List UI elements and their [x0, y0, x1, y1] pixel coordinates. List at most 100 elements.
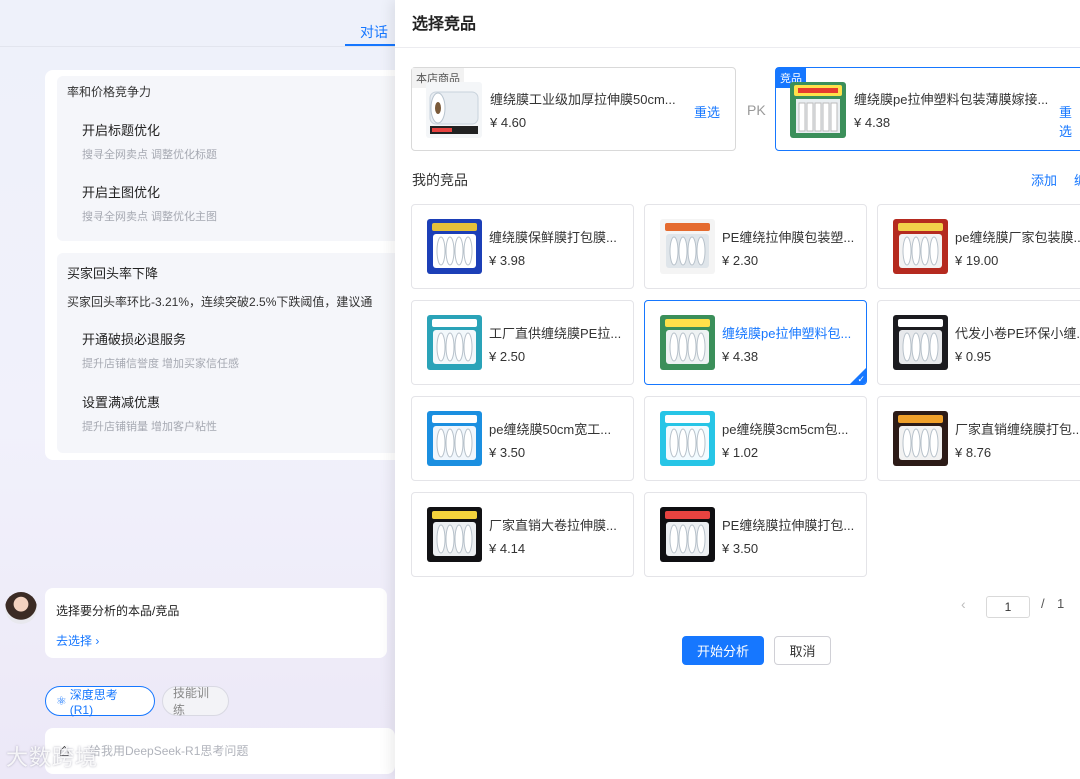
my-competitors-label: 我的竞品	[412, 172, 468, 188]
product-price: ¥ 8.76	[955, 445, 992, 460]
go-select-link[interactable]: 去选择 ›	[56, 632, 99, 649]
start-analysis-button[interactable]: 开始分析	[682, 636, 764, 665]
product-thumbnail	[660, 411, 715, 466]
product-thumbnail	[427, 315, 482, 370]
film-roll-icon	[660, 219, 715, 274]
product-name: 缠绕膜pe拉伸塑料包...	[722, 326, 852, 341]
film-roll-icon	[893, 315, 948, 370]
competitor-product-name: 缠绕膜pe拉伸塑料包装薄膜嫁接...	[854, 92, 1049, 107]
product-name: pe缠绕膜50cm宽工...	[489, 422, 612, 437]
product-price: ¥ 3.50	[722, 541, 759, 556]
product-thumbnail	[660, 315, 715, 370]
competitor-card[interactable]: PE缠绕拉伸膜包装塑... ¥ 2.30	[644, 204, 867, 289]
select-product-card: 选择要分析的本品/竞品 去选择 ›	[45, 588, 387, 658]
competitor-card[interactable]: 工厂直供缠绕膜PE拉... ¥ 2.50	[411, 300, 634, 385]
competitor-card[interactable]: 厂家直销缠绕膜打包... ¥ 8.76	[877, 396, 1080, 481]
assistant-avatar	[5, 592, 37, 624]
pk-label: PK	[747, 102, 766, 118]
checkmark-icon: ✓	[857, 374, 865, 384]
film-roll-icon	[790, 82, 846, 138]
suggestion-group-repurchase: 买家回头率下降 买家回头率环比-3.21%，连续突破2.5%下跌阈值，建议通 开…	[57, 253, 395, 453]
competitor-card[interactable]: 代发小卷PE环保小缠... ¥ 0.95	[877, 300, 1080, 385]
suggestion-group-price: 率和价格竞争力 开启标题优化 搜寻全网卖点 调整优化标题 开启主图优化 搜寻全网…	[57, 76, 395, 241]
page-separator: /	[1041, 596, 1045, 611]
own-product-name: 缠绕膜工业级加厚拉伸膜50cm...	[490, 92, 676, 107]
product-price: ¥ 0.95	[955, 349, 992, 364]
suggestion-title[interactable]: 开启标题优化	[82, 120, 160, 139]
cancel-button[interactable]: 取消	[774, 636, 831, 665]
own-reselect-button[interactable]: 重选	[694, 102, 720, 121]
own-product-price: ¥ 4.60	[490, 115, 527, 130]
section-desc: 买家回头率环比-3.21%，连续突破2.5%下跌阈值，建议通	[67, 295, 373, 309]
film-roll-icon	[660, 315, 715, 370]
suggestion-title[interactable]: 开启主图优化	[82, 182, 160, 201]
product-price: ¥ 2.50	[489, 349, 526, 364]
section-title: 率和价格竞争力	[67, 85, 152, 99]
own-product-image	[426, 82, 482, 138]
product-thumbnail	[893, 219, 948, 274]
product-price: ¥ 4.38	[722, 349, 759, 364]
competitor-reselect-button[interactable]: 重选	[1059, 102, 1080, 140]
competitor-product-price: ¥ 4.38	[854, 115, 891, 130]
add-competitor-button[interactable]: 添加	[1031, 170, 1057, 189]
product-name: 厂家直销缠绕膜打包...	[955, 422, 1080, 437]
drawer-divider	[395, 47, 1080, 48]
product-price: ¥ 19.00	[955, 253, 999, 268]
suggestion-desc: 搜寻全网卖点 调整优化标题	[82, 149, 218, 161]
product-name: pe缠绕膜厂家包装膜...	[955, 230, 1080, 245]
film-roll-icon	[427, 315, 482, 370]
product-thumbnail	[893, 315, 948, 370]
product-name: 缠绕膜保鲜膜打包膜...	[489, 230, 617, 245]
competitor-card[interactable]: 厂家直销大卷拉伸膜... ¥ 4.14	[411, 492, 634, 577]
competitor-card[interactable]: pe缠绕膜50cm宽工... ¥ 3.50	[411, 396, 634, 481]
product-price: ¥ 3.98	[489, 253, 526, 268]
deep-think-toggle[interactable]: ⚛ 深度思考 (R1)	[45, 686, 155, 717]
tab-chat[interactable]: 对话	[360, 22, 388, 42]
select-product-title: 选择要分析的本品/竞品	[56, 604, 180, 618]
product-thumbnail	[660, 219, 715, 274]
page-number-input[interactable]: 1	[986, 596, 1030, 618]
skill-training-toggle[interactable]: 技能训练	[162, 686, 229, 717]
product-thumbnail	[660, 507, 715, 562]
product-name: 代发小卷PE环保小缠...	[955, 326, 1080, 341]
film-roll-icon	[660, 411, 715, 466]
film-roll-icon	[893, 219, 948, 274]
chat-input-placeholder: 给我用DeepSeek-R1思考问题	[89, 744, 249, 758]
edit-competitor-button[interactable]: 编	[1074, 170, 1080, 189]
product-name: 厂家直销大卷拉伸膜...	[489, 518, 617, 533]
film-roll-icon	[427, 219, 482, 274]
competitor-card[interactable]: pe缠绕膜3cm5cm包... ¥ 1.02	[644, 396, 867, 481]
chat-background: 对话 率和价格竞争力 开启标题优化 搜寻全网卖点 调整优化标题 开启主图优化 搜…	[0, 0, 395, 779]
page-total: 1	[1057, 596, 1065, 611]
product-name: PE缠绕膜拉伸膜打包...	[722, 518, 855, 533]
product-thumbnail	[427, 507, 482, 562]
own-product-slot: 本店商品 缠绕膜工业级加厚拉伸膜50cm... ¥ 4.60 重选	[411, 67, 736, 151]
product-price: ¥ 1.02	[722, 445, 759, 460]
product-name: pe缠绕膜3cm5cm包...	[722, 422, 849, 437]
product-price: ¥ 2.30	[722, 253, 759, 268]
film-roll-icon	[660, 507, 715, 562]
drawer-title: 选择竞品	[412, 16, 477, 33]
film-roll-icon	[893, 411, 948, 466]
competitor-card[interactable]: 缠绕膜pe拉伸塑料包... ¥ 4.38 ✓	[644, 300, 867, 385]
competitor-product-image	[790, 82, 846, 138]
tab-divider	[0, 46, 395, 47]
product-price: ¥ 3.50	[489, 445, 526, 460]
product-thumbnail	[427, 411, 482, 466]
film-roll-icon	[426, 82, 482, 138]
suggestion-title[interactable]: 设置满减优惠	[82, 392, 160, 411]
prev-page-button[interactable]: ‹	[961, 596, 966, 612]
suggestion-desc: 提升店铺信誉度 增加买家信任感	[82, 358, 240, 370]
deep-think-label: 深度思考 (R1)	[69, 687, 118, 717]
competitor-card[interactable]: PE缠绕膜拉伸膜打包... ¥ 3.50	[644, 492, 867, 577]
competitor-product-slot: 竞品 缠绕膜pe拉伸塑料包装薄膜嫁接... ¥ 4.38 重选	[775, 67, 1080, 151]
competitor-card[interactable]: pe缠绕膜厂家包装膜... ¥ 19.00	[877, 204, 1080, 289]
product-thumbnail	[893, 411, 948, 466]
suggestion-desc: 提升店铺销量 增加客户粘性	[82, 421, 218, 433]
product-price: ¥ 4.14	[489, 541, 526, 556]
section-title: 买家回头率下降	[67, 266, 159, 281]
film-roll-icon	[427, 507, 482, 562]
select-competitor-drawer: 选择竞品 本店商品 缠绕膜工业级加厚拉伸膜50cm... ¥ 4.60 重选 P…	[395, 0, 1080, 779]
competitor-card[interactable]: 缠绕膜保鲜膜打包膜... ¥ 3.98	[411, 204, 634, 289]
suggestion-title[interactable]: 开通破损必退服务	[82, 329, 186, 348]
